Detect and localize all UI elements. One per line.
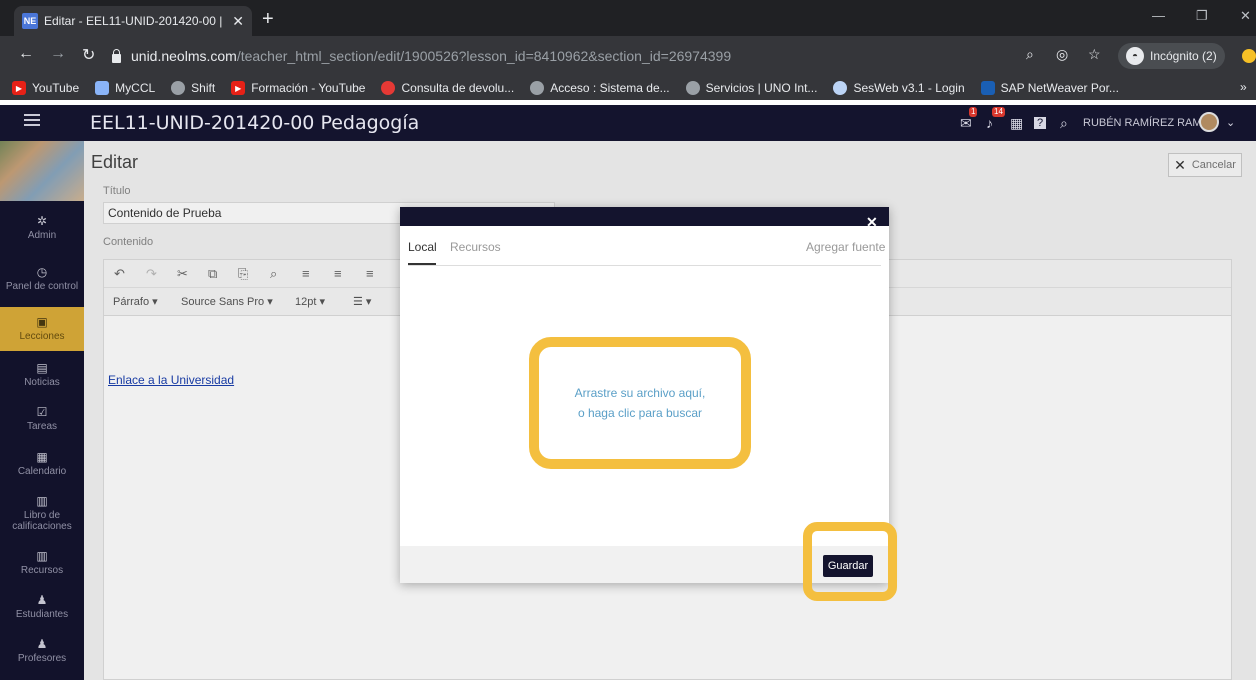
bookmarks-more-icon[interactable]: » — [1240, 80, 1247, 94]
url-path: /teacher_html_section/edit/1900526?lesso… — [236, 48, 732, 64]
youtube-icon: ▶ — [231, 81, 246, 95]
bookmark-label: Servicios | UNO Int... — [705, 81, 818, 95]
back-icon[interactable]: ← — [18, 45, 34, 63]
alerts-icon[interactable]: ♪ — [986, 115, 993, 131]
bookmark-item[interactable]: ▶ YouTube — [12, 81, 79, 95]
save-button[interactable]: Guardar — [823, 555, 873, 577]
url-domain: unid.neolms.com — [131, 48, 237, 64]
course-title: EEL11-UNID-201420-00 Pedagogía — [90, 112, 420, 134]
extension-icon[interactable] — [1242, 49, 1256, 63]
bookmark-label: MyCCL — [115, 81, 156, 95]
messages-badge: 1 — [969, 107, 978, 117]
tabs-divider — [408, 265, 881, 266]
browser-tab[interactable]: NE Editar - EEL11-UNID-201420-00 | ✕ — [14, 6, 252, 36]
tab-local[interactable]: Local — [408, 240, 437, 254]
active-tab-indicator — [408, 263, 436, 265]
lock-icon — [112, 48, 121, 63]
add-source-link[interactable]: Agregar fuente — [806, 240, 885, 254]
dropzone-line-1: Arrastre su archivo aquí, — [574, 386, 706, 400]
calendar-header-icon[interactable]: ▦ — [1010, 115, 1023, 132]
browser-tab-title: Editar - EEL11-UNID-201420-00 | — [44, 14, 223, 28]
bookmark-label: Consulta de devolu... — [401, 81, 515, 95]
neo-favicon-icon: NE — [22, 13, 38, 29]
search-icon[interactable]: ⌕ — [1060, 115, 1068, 132]
globe-icon — [685, 81, 700, 95]
reload-icon[interactable]: ↻ — [82, 45, 95, 65]
incognito-icon: ◓ — [1126, 47, 1144, 65]
zoom-icon[interactable]: ⌕ — [1026, 46, 1034, 63]
circle-icon — [833, 81, 848, 95]
bookmark-item[interactable]: Consulta de devolu... — [381, 81, 514, 95]
bookmark-item[interactable]: SAP NetWeaver Por... — [980, 81, 1119, 95]
globe-icon — [171, 81, 186, 95]
minimize-icon[interactable]: — — [1152, 8, 1165, 23]
bookmark-item[interactable]: SesWeb v3.1 - Login — [833, 81, 965, 95]
myccl-icon — [95, 81, 110, 95]
bookmark-item[interactable]: MyCCL — [95, 81, 155, 95]
tab-close-icon[interactable]: ✕ — [232, 13, 244, 30]
incognito-badge[interactable]: ◓ Incógnito (2) — [1118, 43, 1225, 69]
bookmark-label: Formación - YouTube — [251, 81, 366, 95]
modal-header — [400, 207, 889, 226]
bookmark-star-icon[interactable]: ☆ — [1088, 46, 1101, 63]
new-tab-button[interactable]: + — [262, 8, 274, 31]
youtube-icon: ▶ — [12, 81, 26, 95]
bookmark-item[interactable]: Shift — [171, 81, 215, 95]
globe-icon — [530, 81, 545, 95]
dropzone-line-2: o haga clic para buscar — [577, 406, 703, 420]
file-dropzone[interactable]: Arrastre su archivo aquí, o haga clic pa… — [529, 337, 751, 469]
bookmark-item[interactable]: Acceso : Sistema de... — [530, 81, 670, 95]
messages-icon[interactable]: ✉ — [960, 115, 972, 132]
avatar[interactable] — [1199, 112, 1219, 132]
bookmark-label: SesWeb v3.1 - Login — [853, 81, 965, 95]
url-field[interactable]: unid.neolms.com/teacher_html_section/edi… — [112, 44, 731, 68]
circle-icon — [381, 81, 396, 95]
alerts-badge: 14 — [992, 107, 1005, 117]
chevron-down-icon[interactable]: ⌄ — [1226, 116, 1235, 129]
bookmark-item[interactable]: ▶ Formación - YouTube — [231, 81, 365, 95]
tracking-eye-icon[interactable]: ◎ — [1056, 46, 1068, 63]
bookmark-item[interactable]: Servicios | UNO Int... — [685, 81, 818, 95]
window-close-icon[interactable]: ✕ — [1240, 8, 1251, 24]
bookmark-label: Shift — [191, 81, 216, 95]
bookmark-label: Acceso : Sistema de... — [550, 81, 670, 95]
incognito-label: Incógnito (2) — [1150, 49, 1217, 63]
bookmark-label: YouTube — [32, 81, 80, 95]
modal-close-icon[interactable]: ✕ — [866, 214, 878, 231]
tab-recursos[interactable]: Recursos — [450, 240, 501, 254]
sap-icon — [980, 81, 995, 95]
menu-hamburger-icon[interactable] — [24, 114, 40, 126]
help-icon[interactable]: ? — [1034, 117, 1047, 129]
user-name[interactable]: RUBÉN RAMÍREZ RAM... — [1083, 117, 1211, 129]
bookmark-label: SAP NetWeaver Por... — [1000, 81, 1119, 95]
forward-icon[interactable]: → — [50, 45, 66, 63]
bookmarks-bar: ▶ YouTube MyCCL Shift ▶ Formación - YouTube Co… — [0, 76, 1256, 100]
restore-icon[interactable]: ❐ — [1196, 8, 1208, 24]
